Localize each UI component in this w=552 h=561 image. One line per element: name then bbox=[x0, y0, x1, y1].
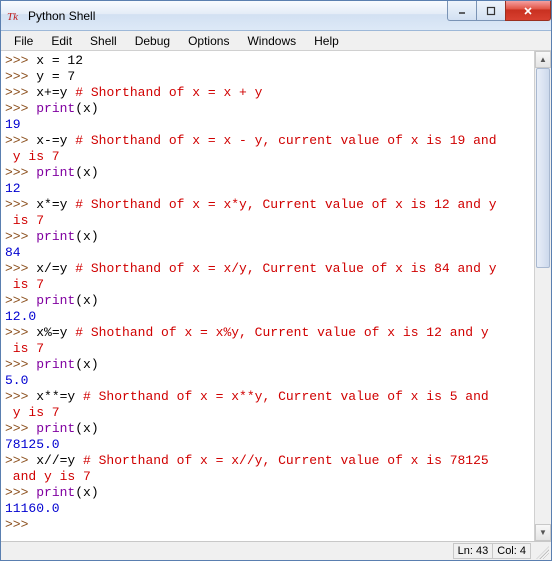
content-area: >>> x = 12>>> y = 7>>> x+=y # Shorthand … bbox=[1, 51, 551, 541]
status-line: Ln: 43 bbox=[453, 543, 494, 559]
menu-shell[interactable]: Shell bbox=[81, 32, 126, 50]
vertical-scrollbar[interactable]: ▲ ▼ bbox=[534, 51, 551, 541]
scroll-down-arrow-icon[interactable]: ▼ bbox=[535, 524, 551, 541]
statusbar: Ln: 43 Col: 4 bbox=[1, 541, 551, 560]
tk-app-icon: Tk bbox=[7, 8, 23, 24]
menu-options[interactable]: Options bbox=[179, 32, 238, 50]
window-titlebar: Tk Python Shell bbox=[1, 1, 551, 31]
window-controls bbox=[448, 1, 551, 21]
menu-file[interactable]: File bbox=[5, 32, 42, 50]
window-title: Python Shell bbox=[28, 9, 95, 23]
close-button[interactable] bbox=[505, 1, 551, 21]
menubar: File Edit Shell Debug Options Windows He… bbox=[1, 31, 551, 51]
menu-debug[interactable]: Debug bbox=[126, 32, 179, 50]
resize-grip-icon[interactable] bbox=[533, 543, 549, 559]
menu-windows[interactable]: Windows bbox=[238, 32, 305, 50]
scroll-thumb[interactable] bbox=[536, 68, 550, 268]
menu-help[interactable]: Help bbox=[305, 32, 348, 50]
maximize-button[interactable] bbox=[476, 1, 506, 21]
scroll-up-arrow-icon[interactable]: ▲ bbox=[535, 51, 551, 68]
shell-text-area[interactable]: >>> x = 12>>> y = 7>>> x+=y # Shorthand … bbox=[1, 51, 534, 541]
status-col: Col: 4 bbox=[492, 543, 531, 559]
svg-text:Tk: Tk bbox=[7, 11, 19, 23]
menu-edit[interactable]: Edit bbox=[42, 32, 81, 50]
minimize-button[interactable] bbox=[447, 1, 477, 21]
